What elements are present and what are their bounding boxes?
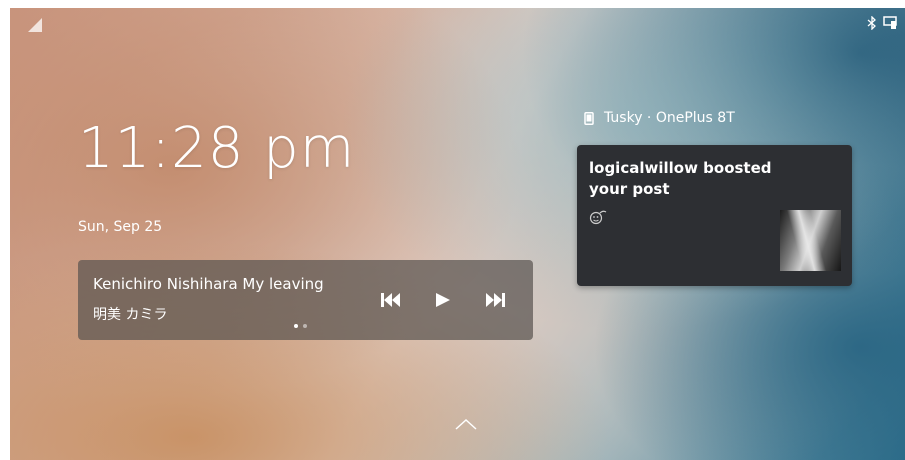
track-title: Kenichiro Nishihara My leaving — [93, 275, 324, 293]
phone-icon — [584, 111, 594, 125]
clock-time: 11:28 pm — [78, 116, 356, 181]
previous-track-icon — [381, 293, 400, 307]
system-tray — [867, 16, 897, 30]
signal-corner-icon — [28, 18, 42, 32]
next-track-button[interactable] — [480, 288, 510, 312]
next-track-icon — [486, 293, 505, 307]
notification-body: logicalwillow boosted your post — [589, 159, 772, 198]
notification-thumbnail — [780, 210, 841, 271]
notification-source: Tusky · OnePlus 8T — [584, 110, 735, 126]
play-icon — [436, 293, 450, 307]
track-artist: 明美 カミラ — [93, 307, 168, 323]
page-dot[interactable] — [303, 324, 307, 328]
media-player: Kenichiro Nishihara My leaving 明美 カミラ — [78, 260, 533, 340]
clock-date: Sun, Sep 25 — [78, 219, 163, 235]
play-button[interactable] — [428, 288, 458, 312]
bluetooth-icon[interactable] — [867, 16, 877, 30]
kde-connect-icon[interactable] — [883, 16, 897, 30]
page-indicator[interactable] — [294, 324, 307, 328]
chevron-up-icon[interactable] — [455, 418, 477, 430]
tusky-icon — [589, 210, 607, 225]
notification-source-label: Tusky · OnePlus 8T — [604, 110, 735, 126]
notification-card[interactable]: logicalwillow boosted your post — [577, 145, 852, 286]
page-dot-active[interactable] — [294, 324, 298, 328]
lock-screen: 11:28 pm Sun, Sep 25 Kenichiro Nishihara… — [10, 8, 905, 460]
media-controls — [376, 288, 510, 312]
previous-track-button[interactable] — [376, 288, 406, 312]
